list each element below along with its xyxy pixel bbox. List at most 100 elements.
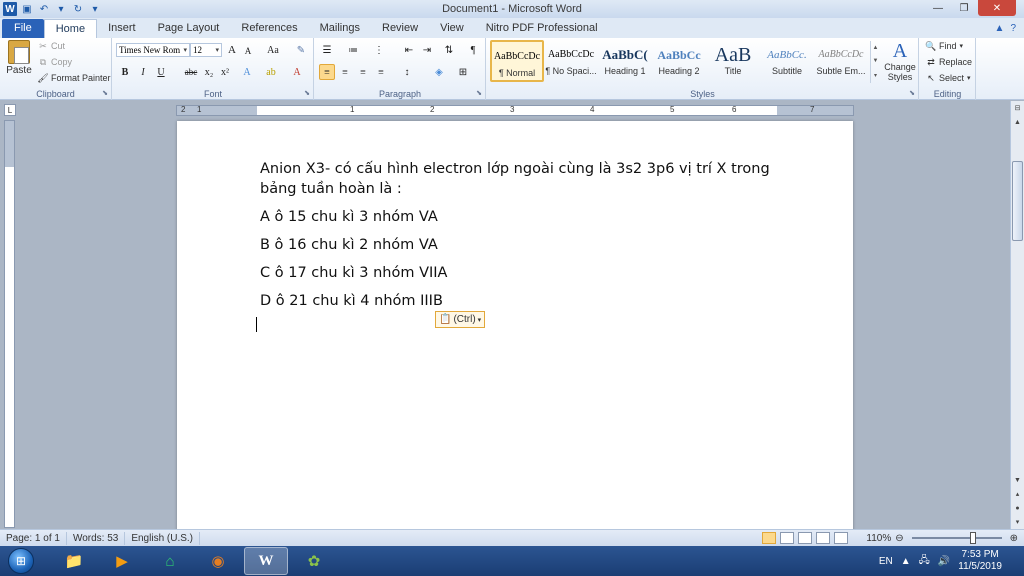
clear-formatting-icon[interactable]: ✎ <box>293 42 309 58</box>
minimize-button[interactable]: — <box>926 0 950 16</box>
font-name-dropdown[interactable]: Times New Rom ▾ <box>116 43 190 57</box>
tab-nitro-pdf[interactable]: Nitro PDF Professional <box>475 19 609 38</box>
save-icon[interactable]: ▣ <box>20 2 34 16</box>
style-title[interactable]: AaB Title <box>706 40 760 82</box>
style-subtle-emphasis[interactable]: AaBbCcDc Subtle Em... <box>814 40 868 82</box>
outline-view-button[interactable] <box>816 532 831 544</box>
styles-launcher-icon[interactable]: ⬊ <box>909 89 915 97</box>
paste-button[interactable]: Paste <box>4 40 34 76</box>
tab-selector-button[interactable]: L <box>4 104 16 116</box>
strikethrough-button[interactable]: abc <box>181 64 201 80</box>
sort-icon[interactable]: ⇅ <box>441 42 457 58</box>
print-layout-view-button[interactable] <box>762 532 777 544</box>
style-heading-1[interactable]: AaBbC( Heading 1 <box>598 40 652 82</box>
text-effects-icon[interactable]: A <box>239 64 255 80</box>
help-icon[interactable]: ? <box>1010 23 1016 34</box>
undo-icon[interactable]: ↶ <box>37 2 51 16</box>
tab-page-layout[interactable]: Page Layout <box>147 19 231 38</box>
scroll-up-icon[interactable]: ▲ <box>1011 115 1024 129</box>
vertical-scrollbar[interactable]: ⊟ ▲ ▼ ▴ ● ▾ <box>1010 101 1024 529</box>
style-heading-2[interactable]: AaBbCc Heading 2 <box>652 40 706 82</box>
bullets-icon[interactable]: ☰ <box>319 42 335 58</box>
multilevel-list-icon[interactable]: ⋮ <box>371 42 387 58</box>
input-language[interactable]: EN <box>879 556 893 567</box>
replace-button[interactable]: ⇄ Replace <box>926 57 972 68</box>
bold-button[interactable]: B <box>117 64 133 80</box>
justify-icon[interactable]: ≡ <box>373 64 389 80</box>
next-page-icon[interactable]: ▾ <box>1011 515 1024 529</box>
ruler-toggle-icon[interactable]: ⊟ <box>1011 101 1024 115</box>
media-player-icon[interactable]: ▶ <box>100 547 144 575</box>
font-color-icon[interactable]: A <box>289 64 305 80</box>
network-icon[interactable]: 🖧 <box>919 553 930 570</box>
tab-references[interactable]: References <box>230 19 308 38</box>
close-button[interactable]: ✕ <box>978 0 1016 16</box>
firefox-icon[interactable]: ◉ <box>196 547 240 575</box>
vertical-ruler[interactable] <box>4 120 15 528</box>
decrease-indent-icon[interactable]: ⇤ <box>401 42 417 58</box>
clock[interactable]: 7:53 PM 11/5/2019 <box>958 549 1002 573</box>
zoom-slider[interactable] <box>911 532 1002 544</box>
highlight-icon[interactable]: ab <box>263 64 279 80</box>
increase-indent-icon[interactable]: ⇥ <box>419 42 435 58</box>
document-page[interactable]: Anion X3- có cấu hình electron lớp ngoài… <box>177 121 853 529</box>
previous-page-icon[interactable]: ▴ <box>1011 487 1024 501</box>
find-button[interactable]: 🔍 Find ▾ <box>925 41 963 52</box>
cut-button[interactable]: ✂ Cut <box>38 41 65 52</box>
shading-icon[interactable]: ◈ <box>431 64 447 80</box>
font-size-dropdown[interactable]: 12 ▾ <box>190 43 222 57</box>
superscript-button[interactable]: x² <box>217 64 233 80</box>
horizontal-ruler[interactable]: 2 1 1 2 3 4 5 6 7 <box>176 105 854 116</box>
page-count[interactable]: Page: 1 of 1 <box>0 531 67 545</box>
app-icon[interactable]: ⌂ <box>148 547 192 575</box>
scroll-up-icon[interactable]: ▲ <box>873 45 879 51</box>
borders-icon[interactable]: ⊞ <box>455 64 471 80</box>
web-layout-view-button[interactable] <box>798 532 813 544</box>
minimize-ribbon-icon[interactable]: ▲ <box>995 23 1005 34</box>
tab-file[interactable]: File <box>2 19 44 38</box>
grow-font-button[interactable]: A <box>224 42 240 58</box>
style-normal[interactable]: AaBbCcDc ¶ Normal <box>490 40 544 82</box>
numbering-icon[interactable]: ≔ <box>345 42 361 58</box>
zoom-out-icon[interactable]: ⊖ <box>895 533 903 544</box>
copy-button[interactable]: ⧉ Copy <box>38 57 72 68</box>
browse-object-icon[interactable]: ● <box>1011 501 1024 515</box>
tab-insert[interactable]: Insert <box>97 19 147 38</box>
paste-options-button[interactable]: 📋 (Ctrl) ▾ <box>435 311 486 328</box>
subscript-button[interactable]: x₂ <box>201 64 217 80</box>
line-spacing-icon[interactable]: ↕ <box>399 64 415 80</box>
underline-button[interactable]: U <box>153 64 169 80</box>
tab-review[interactable]: Review <box>371 19 429 38</box>
align-right-icon[interactable]: ≡ <box>355 64 371 80</box>
word-count[interactable]: Words: 53 <box>67 531 126 545</box>
font-launcher-icon[interactable]: ⬊ <box>304 89 310 97</box>
gallery-scroll[interactable]: ▲ ▼ ▾ <box>870 41 880 83</box>
full-screen-view-button[interactable] <box>780 532 795 544</box>
paragraph-launcher-icon[interactable]: ⬊ <box>476 89 482 97</box>
zoom-slider-thumb[interactable] <box>969 532 976 544</box>
customize-qat-icon[interactable]: ▾ <box>88 2 102 16</box>
show-hidden-icons-icon[interactable]: ▲ <box>901 556 911 567</box>
zoom-level[interactable]: 110% <box>866 533 891 544</box>
shrink-font-button[interactable]: A <box>240 43 256 59</box>
volume-icon[interactable]: 🔊 <box>938 556 950 567</box>
italic-button[interactable]: I <box>135 64 151 80</box>
document-body[interactable]: Anion X3- có cấu hình electron lớp ngoài… <box>260 159 780 319</box>
restore-button[interactable]: ❐ <box>952 0 976 16</box>
expand-gallery-icon[interactable]: ▾ <box>874 72 877 79</box>
change-styles-button[interactable]: A Change Styles <box>884 40 916 82</box>
redo-icon[interactable]: ↻ <box>71 2 85 16</box>
word-logo-icon[interactable]: W <box>3 2 17 16</box>
language-status[interactable]: English (U.S.) <box>125 531 201 545</box>
draft-view-button[interactable] <box>834 532 849 544</box>
tab-home[interactable]: Home <box>43 19 98 38</box>
scroll-thumb[interactable] <box>1012 161 1023 241</box>
style-subtitle[interactable]: AaBbCc. Subtitle <box>760 40 814 82</box>
zoom-in-icon[interactable]: ⊕ <box>1010 533 1018 544</box>
change-case-button[interactable]: Aa <box>263 42 283 58</box>
scroll-down-icon[interactable]: ▼ <box>1011 473 1024 487</box>
word-taskbar-icon[interactable]: W <box>244 547 288 575</box>
select-button[interactable]: ↖ Select ▾ <box>926 73 970 84</box>
pilcrow-icon[interactable]: ¶ <box>465 42 481 58</box>
format-painter-button[interactable]: 🖌 Format Painter <box>37 73 110 84</box>
